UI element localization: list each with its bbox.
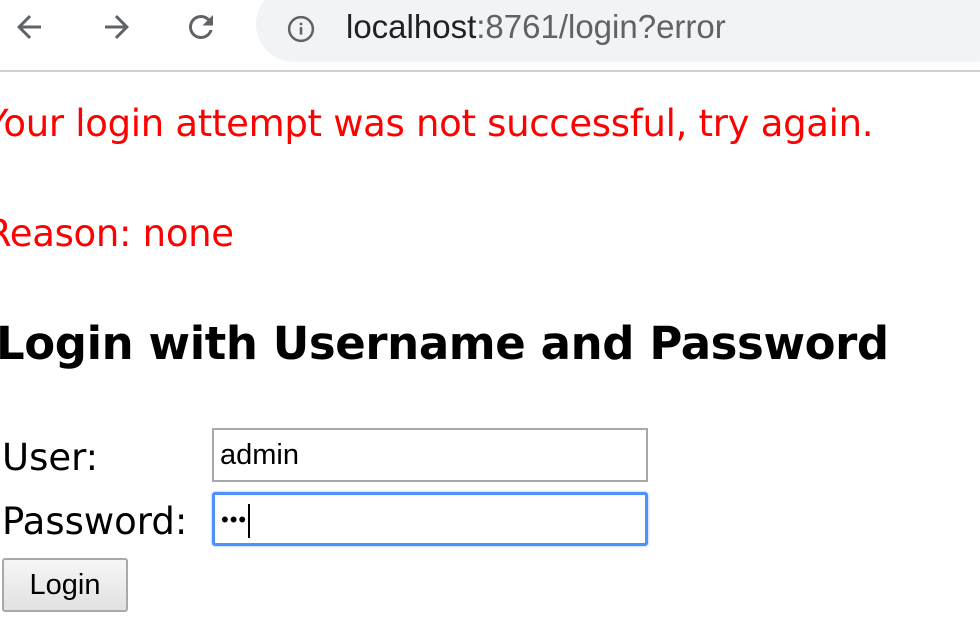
url-text[interactable]: localhost:8761/login?error	[346, 7, 726, 47]
user-label: User:	[2, 436, 99, 479]
reload-icon	[188, 14, 213, 39]
arrow-right-icon	[105, 15, 129, 39]
password-label: Password:	[2, 500, 188, 543]
info-icon[interactable]	[286, 14, 316, 44]
arrow-left-icon	[17, 15, 41, 39]
password-value: •••	[221, 507, 248, 532]
browser-toolbar: localhost:8761/login?error	[0, 0, 980, 72]
reload-button[interactable]	[176, 6, 226, 48]
password-field[interactable]: •••	[212, 492, 648, 546]
page-title: Login with Username and Password	[0, 317, 889, 370]
back-button[interactable]	[4, 6, 54, 48]
login-button[interactable]: Login	[2, 558, 128, 612]
page-content: Your login attempt was not successful, t…	[0, 72, 980, 622]
username-value: admin	[220, 439, 299, 471]
url-path: :8761/login?error	[476, 8, 726, 45]
error-reason: Reason: none	[0, 212, 234, 255]
username-field[interactable]: admin	[212, 428, 648, 482]
address-bar[interactable]: localhost:8761/login?error	[256, 0, 980, 62]
url-host: localhost	[346, 8, 477, 45]
text-caret	[248, 504, 251, 539]
error-message: Your login attempt was not successful, t…	[0, 102, 874, 145]
forward-button[interactable]	[92, 6, 142, 48]
